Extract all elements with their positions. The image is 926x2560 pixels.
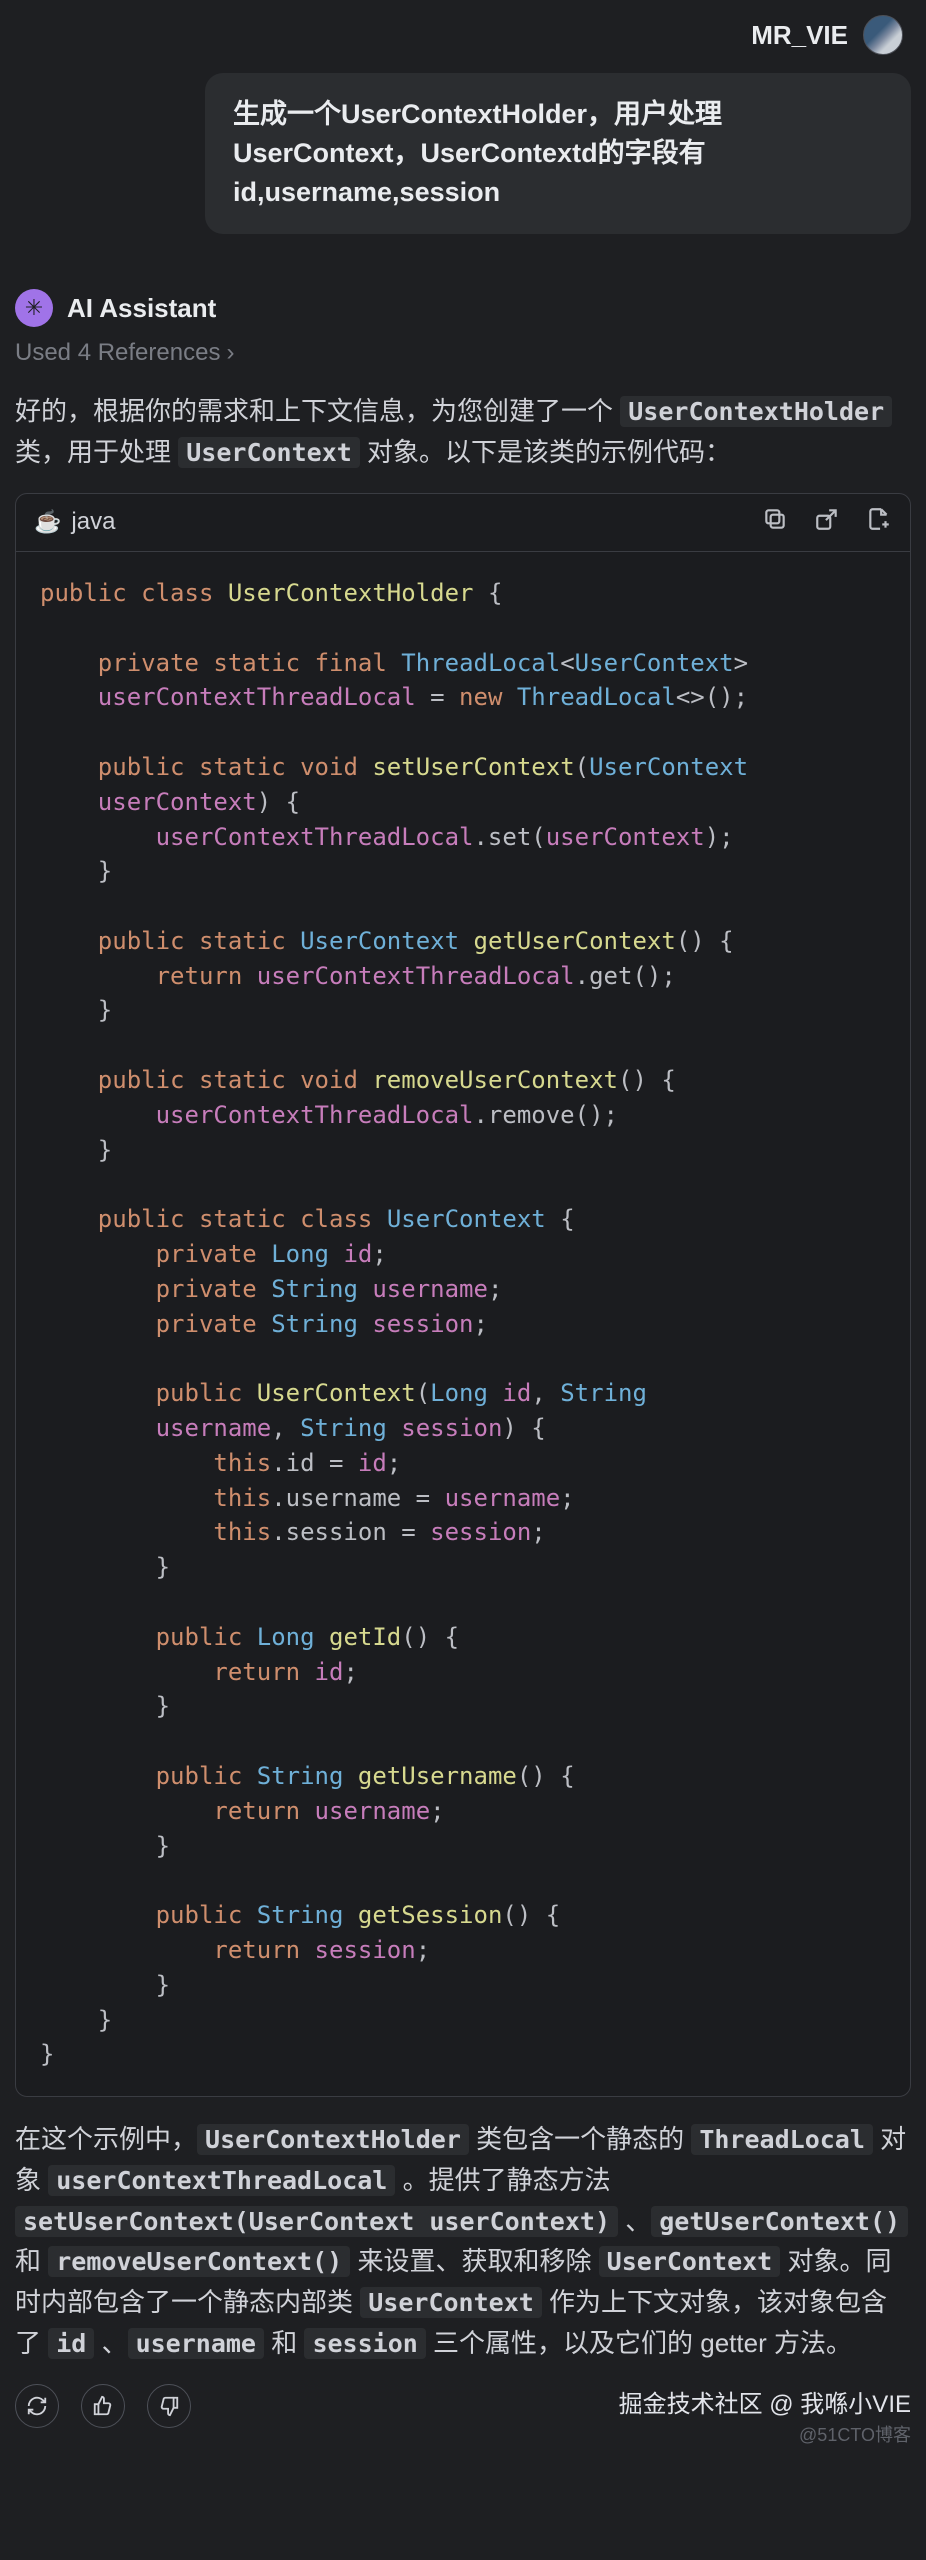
inline-code: id — [48, 2328, 94, 2359]
code-language: ☕ java — [34, 508, 115, 536]
user-prompt: 生成一个UserContextHolder，用户处理UserContext，Us… — [205, 73, 911, 234]
insert-icon[interactable] — [814, 506, 840, 539]
avatar[interactable] — [863, 15, 903, 55]
assistant-header: ✳ AI Assistant — [15, 289, 911, 327]
user-name: MR_VIE — [751, 20, 848, 51]
assistant-title: AI Assistant — [67, 293, 216, 324]
reply-text-part: 、 — [618, 2206, 651, 2236]
watermark: 掘金技术社区 @ 我喺小VIE @51CTO博客 — [15, 2384, 911, 2447]
references-toggle[interactable]: Used 4 References › — [15, 339, 911, 367]
reply-text-part: 类，用于处理 — [15, 437, 178, 467]
reply-text-part: 在这个示例中， — [15, 2124, 197, 2154]
references-label: Used 4 References — [15, 339, 220, 367]
inline-code: ThreadLocal — [691, 2124, 873, 2155]
assistant-icon: ✳ — [15, 289, 53, 327]
reply-text-part: 、 — [94, 2328, 127, 2358]
reply-text-part: 。提供了静态方法 — [395, 2165, 610, 2195]
code-actions — [762, 506, 892, 539]
inline-code: session — [304, 2328, 425, 2359]
reply-text-part: 和 — [15, 2246, 48, 2276]
inline-code: getUserContext() — [651, 2206, 908, 2237]
new-file-icon[interactable] — [866, 506, 892, 539]
inline-code: UserContextHolder — [197, 2124, 469, 2155]
reply-text-part: 好的，根据你的需求和上下文信息，为您创建了一个 — [15, 396, 613, 426]
inline-code: UserContext — [360, 2287, 542, 2318]
inline-code: username — [128, 2328, 264, 2359]
reply-text-part: 来设置、获取和移除 — [350, 2246, 598, 2276]
inline-code: setUserContext(UserContext userContext) — [15, 2206, 618, 2237]
inline-code: UserContextHolder — [620, 396, 892, 427]
reply-text-part: 类包含一个静态的 — [469, 2124, 691, 2154]
inline-code: userContextThreadLocal — [48, 2165, 395, 2196]
chevron-right-icon: › — [226, 339, 234, 367]
code-language-label: java — [71, 508, 115, 536]
code-block-header: ☕ java — [16, 494, 910, 552]
reply-intro: 好的，根据你的需求和上下文信息，为您创建了一个 UserContextHolde… — [15, 391, 911, 473]
reply-explanation: 在这个示例中，UserContextHolder 类包含一个静态的 Thread… — [15, 2119, 911, 2364]
code-content[interactable]: public class UserContextHolder { private… — [16, 552, 910, 2096]
code-block: ☕ java public class UserContextHolder { … — [15, 493, 911, 2097]
watermark-line2: @51CTO博客 — [15, 2421, 911, 2447]
reply-text-part: 三个属性，以及它们的 getter 方法。 — [426, 2328, 852, 2358]
copy-icon[interactable] — [762, 506, 788, 539]
inline-code: removeUserContext() — [48, 2246, 350, 2277]
watermark-line1: 掘金技术社区 @ 我喺小VIE — [15, 2384, 911, 2419]
inline-code: UserContext — [599, 2246, 781, 2277]
java-icon: ☕ — [34, 509, 61, 535]
user-header: MR_VIE — [15, 15, 911, 55]
reply-text-part: 对象。以下是该类的示例代码： — [367, 437, 731, 467]
inline-code: UserContext — [178, 437, 360, 468]
reply-text-part: 和 — [264, 2328, 304, 2358]
